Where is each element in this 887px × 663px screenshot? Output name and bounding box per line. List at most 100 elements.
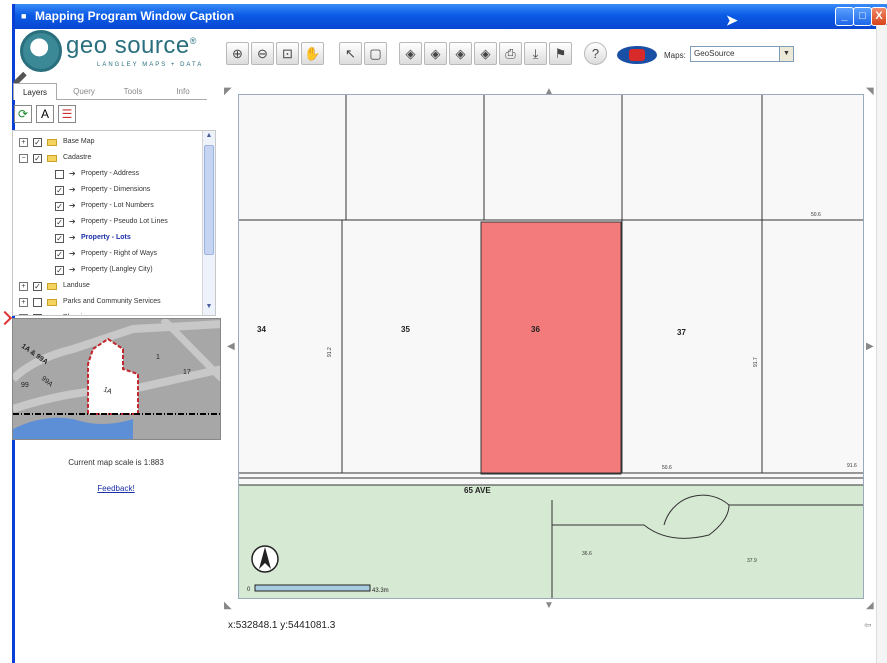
label-icon[interactable]: A <box>36 105 54 123</box>
maximize-button[interactable]: □ <box>853 7 872 26</box>
collapse-icon[interactable]: − <box>19 154 28 163</box>
layer-label: Property - Right of Ways <box>81 250 157 257</box>
layer-checkbox[interactable] <box>33 298 42 307</box>
scroll-down-icon[interactable]: ▼ <box>204 303 214 314</box>
lot-number: 35 <box>401 325 410 334</box>
layer-label: Property - Pseudo Lot Lines <box>81 218 168 225</box>
layer-checkbox[interactable] <box>33 314 42 315</box>
layer-checkbox[interactable]: ✓ <box>33 138 42 147</box>
title-bar[interactable]: ■ Mapping Program Window Caption ➤ _ □ X <box>15 4 887 29</box>
print-icon[interactable]: ⎙ <box>499 42 522 65</box>
pan-west-icon[interactable]: ◀ <box>227 341 235 352</box>
layer-checkbox[interactable]: ✓ <box>55 218 64 227</box>
maps-dropdown[interactable]: GeoSource ▼ <box>690 46 794 62</box>
window-title: Mapping Program Window Caption <box>35 9 235 23</box>
window-scrollbar[interactable] <box>876 25 887 663</box>
expand-icon[interactable]: + <box>19 138 28 147</box>
layer-row[interactable]: ✓ ➔ Property - Lots <box>13 231 203 246</box>
layer-checkbox[interactable]: ✓ <box>33 154 42 163</box>
layer-checkbox[interactable] <box>55 170 64 179</box>
layer-label: Landuse <box>63 282 90 289</box>
arrow-left-icon[interactable]: ⇦ <box>864 620 872 631</box>
layer-bullet-icon: ➔ <box>69 233 76 242</box>
layer-row[interactable]: + ✓ Base Map <box>13 135 203 150</box>
measure-path-icon[interactable]: ◈ <box>449 42 472 65</box>
zoom-out-icon[interactable]: ⊖ <box>251 42 274 65</box>
logo-tagline: LANGLEY MAPS + DATA <box>97 62 204 68</box>
zoom-in-icon[interactable]: ⊕ <box>226 42 249 65</box>
minimize-button[interactable]: _ <box>835 7 854 26</box>
layer-bullet-icon: ➔ <box>69 249 76 258</box>
tab-layers[interactable]: Layers <box>13 83 57 100</box>
layer-label: Property (Langley City) <box>81 266 153 273</box>
pointer-arrow-icon <box>0 310 13 326</box>
zoom-box-icon[interactable]: ⊡ <box>276 42 299 65</box>
expand-icon[interactable]: + <box>19 314 28 315</box>
layer-row[interactable]: ✓ ➔ Property (Langley City) <box>13 263 203 278</box>
maps-dropdown-value: GeoSource <box>694 49 735 58</box>
help-icon[interactable]: ? <box>584 42 607 65</box>
geosource-globe-logo <box>20 30 62 72</box>
bookmark-icon[interactable]: ⚑ <box>549 42 572 65</box>
layer-row[interactable]: + ✓ Landuse <box>13 279 203 294</box>
tab-query[interactable]: Query <box>61 83 107 100</box>
dimension-label: 91.6 <box>847 463 857 469</box>
layer-label: Property - Address <box>81 170 139 177</box>
identify-icon[interactable]: ◈ <box>474 42 497 65</box>
measure-icon[interactable]: ◈ <box>399 42 422 65</box>
tab-tools[interactable]: Tools <box>109 83 157 100</box>
layer-row[interactable]: ✓ ➔ Property - Lot Numbers <box>13 199 203 214</box>
feedback-link[interactable]: Feedback! <box>16 484 216 493</box>
layer-checkbox[interactable]: ✓ <box>55 234 64 243</box>
dimension-label: 50.6 <box>811 212 821 218</box>
pan-hand-icon[interactable]: ✋ <box>301 42 324 65</box>
layer-checkbox[interactable]: ✓ <box>55 186 64 195</box>
pan-northwest-icon[interactable]: ◤ <box>224 86 232 97</box>
close-button[interactable]: X <box>871 7 887 26</box>
pan-northeast-icon[interactable]: ◥ <box>866 86 874 97</box>
layer-row[interactable]: − ✓ Cadastre <box>13 151 203 166</box>
layer-checkbox[interactable]: ✓ <box>55 250 64 259</box>
tab-info[interactable]: Info <box>159 83 207 100</box>
pan-south-icon[interactable]: ▼ <box>544 600 554 611</box>
layer-label: Property - Lots <box>81 234 131 241</box>
layer-bullet-icon: ➔ <box>69 185 76 194</box>
folder-icon <box>47 155 57 162</box>
overview-map[interactable]: 1A & 99A 1 17 99 99A 1A <box>12 318 221 440</box>
highlighted-lot[interactable] <box>480 221 622 475</box>
layer-row[interactable]: ✓ ➔ Property - Pseudo Lot Lines <box>13 215 203 230</box>
layer-checkbox[interactable]: ✓ <box>55 266 64 275</box>
select-box-icon[interactable]: ▢ <box>364 42 387 65</box>
layer-checkbox[interactable]: ✓ <box>55 202 64 211</box>
lot-number: 37 <box>677 328 686 337</box>
map-canvas[interactable]: 34 35 36 37 65 AVE 50.6 91.2 91.7 50.6 9… <box>238 94 864 599</box>
download-icon[interactable]: ⤓ <box>524 42 547 65</box>
layer-row[interactable]: + Parks and Community Services <box>13 295 203 310</box>
layer-label: Base Map <box>63 138 95 145</box>
logo-text: geo source® <box>66 32 197 59</box>
pan-east-icon[interactable]: ▶ <box>866 341 874 352</box>
dimension-label: 91.2 <box>327 347 333 357</box>
pan-southwest-icon[interactable]: ◣ <box>224 600 232 611</box>
expand-icon[interactable]: + <box>19 298 28 307</box>
folder-icon <box>47 299 57 306</box>
layer-row[interactable]: + Planning <box>13 311 203 315</box>
scroll-thumb[interactable] <box>204 145 214 255</box>
layer-row[interactable]: ✓ ➔ Property - Right of Ways <box>13 247 203 262</box>
layer-checkbox[interactable]: ✓ <box>33 282 42 291</box>
layer-row[interactable]: ➔ Property - Address <box>13 167 203 182</box>
scale-text: Current map scale is 1:883 <box>68 458 164 467</box>
pan-southeast-icon[interactable]: ◢ <box>866 600 874 611</box>
expand-icon[interactable]: + <box>19 282 28 291</box>
chevron-down-icon[interactable]: ▼ <box>779 47 793 61</box>
refresh-icon[interactable]: ⟳ <box>14 105 32 123</box>
overview-label: 1 <box>156 354 160 361</box>
select-arrow-icon[interactable]: ↖ <box>339 42 362 65</box>
layer-row[interactable]: ✓ ➔ Property - Dimensions <box>13 183 203 198</box>
legend-icon[interactable]: ☰ <box>58 105 76 123</box>
measure-area-icon[interactable]: ◈ <box>424 42 447 65</box>
layer-tree-scrollbar[interactable]: ▲ ▼ <box>202 131 215 315</box>
dimension-label: 91.7 <box>753 357 759 367</box>
township-logo <box>617 46 657 64</box>
scroll-up-icon[interactable]: ▲ <box>204 132 214 143</box>
